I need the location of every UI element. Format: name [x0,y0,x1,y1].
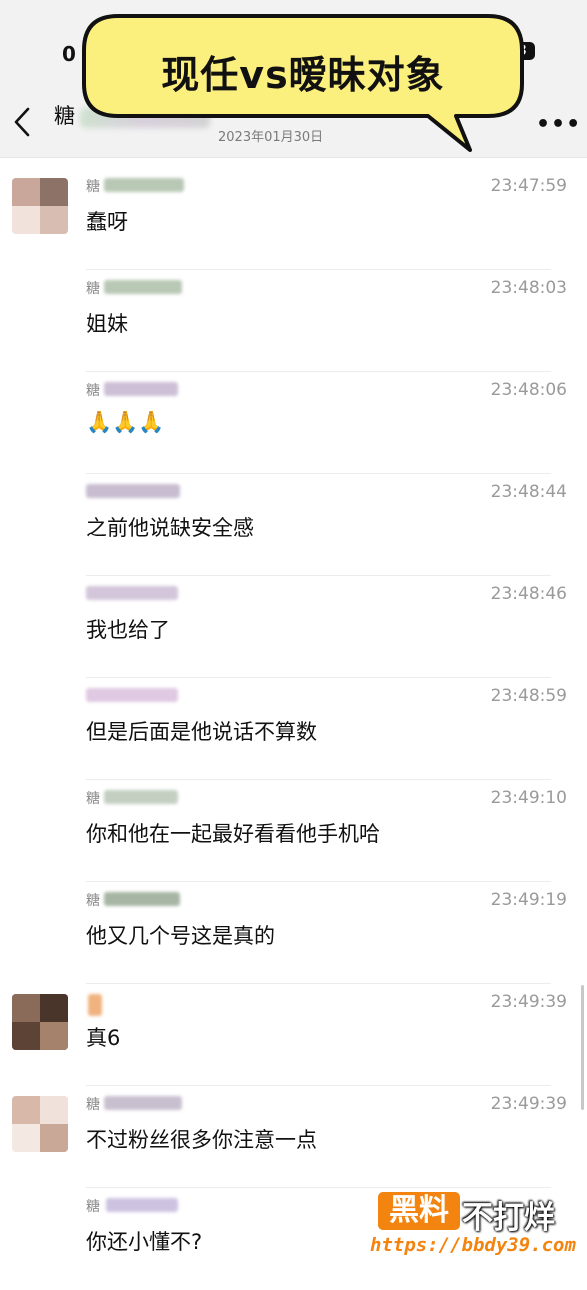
banner-text: 现任vs暧昧对象 [161,53,445,97]
watermark: 黑料 不打烊 https://bbdy39.com [370,1188,576,1268]
list-item: 糖 23:47:59 蠢呀 [0,168,587,270]
message-time: 23:48:03 [490,278,567,298]
scrollbar[interactable] [581,985,584,1110]
message-text: 他又几个号这是真的 [86,924,275,948]
message-text: 之前他说缺安全感 [86,516,254,540]
message-text: 🙏🙏🙏 [86,410,165,434]
sender-blur [106,1198,178,1212]
message-time: 23:49:19 [490,890,567,910]
message-time: 23:48:46 [490,584,567,604]
message-time: 23:48:06 [490,380,567,400]
sender-name: 糖 [86,1097,100,1113]
back-arrow-icon[interactable] [10,105,34,139]
sender-name: 糖 [86,1199,100,1215]
message-time: 23:48:44 [490,482,567,502]
list-item: 23:48:44 之前他说缺安全感 [0,474,587,576]
avatar [12,994,68,1050]
sender-blur [104,178,184,192]
list-item: 糖 23:48:06 🙏🙏🙏 [0,372,587,474]
list-item: 糖 23:48:03 姐妹 [0,270,587,372]
message-text: 你和他在一起最好看看他手机哈 [86,822,380,846]
message-time: 23:49:39 [490,1094,567,1114]
more-icon[interactable]: ••• [536,112,581,137]
message-text: 不过粉丝很多你注意一点 [86,1128,317,1152]
sender-blur [104,382,178,396]
chat-title: 糖 [54,104,75,128]
message-text: 真6 [86,1026,121,1050]
sender-blur [86,586,178,600]
sender-blur [86,484,180,498]
avatar [12,1096,68,1152]
message-time: 23:47:59 [490,176,567,196]
sender-blur [104,790,178,804]
watermark-url: https://bbdy39.com [370,1234,576,1256]
list-item: 糖 23:49:10 你和他在一起最好看看他手机哈 [0,780,587,882]
sender-blur [88,994,102,1016]
message-time: 23:49:10 [490,788,567,808]
message-time: 23:49:39 [490,992,567,1012]
sender-name: 糖 [86,893,100,909]
sender-blur [104,892,180,906]
sender-name: 糖 [86,179,100,195]
sender-name: 糖 [86,383,100,399]
sender-name: 糖 [86,281,100,297]
message-time: 23:48:59 [490,686,567,706]
list-item: 23:48:46 我也给了 [0,576,587,678]
status-time: 0 [62,42,76,66]
sender-name: 糖 [86,791,100,807]
message-text: 你还小懂不? [86,1230,203,1254]
sender-blur [104,1096,182,1110]
message-text: 姐妹 [86,312,128,336]
list-item: 糖 23:49:19 他又几个号这是真的 [0,882,587,984]
list-item: 糖 23:49:39 不过粉丝很多你注意一点 [0,1086,587,1188]
avatar [12,178,68,234]
sender-blur [86,688,178,702]
message-text: 蠢呀 [86,210,128,234]
message-text: 我也给了 [86,618,170,642]
watermark-brand-box: 黑料 [378,1192,460,1230]
title-speech-bubble: 现任vs暧昧对象 [78,10,528,158]
sender-blur [104,280,182,294]
message-text: 但是后面是他说话不算数 [86,720,317,744]
list-item: 23:49:39 真6 [0,984,587,1086]
list-item: 23:48:59 但是后面是他说话不算数 [0,678,587,780]
watermark-brand-text: 不打烊 [462,1200,555,1236]
